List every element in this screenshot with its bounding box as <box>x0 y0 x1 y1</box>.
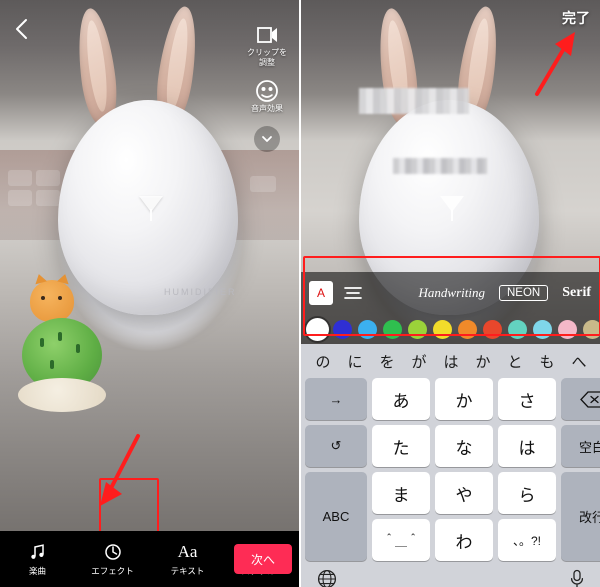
annotation-rect-text-panel <box>303 256 600 336</box>
cactus-base <box>18 378 106 412</box>
humidifier-brand-text: HUMIDIFIER <box>164 287 237 297</box>
cat-figurine <box>30 280 74 322</box>
voice-effect-icon <box>254 78 280 104</box>
voice-effect-label: 音声効果 <box>251 104 283 113</box>
bottom-toolbar: 楽曲 エフェクト Aa テキスト 次へ <box>0 531 299 587</box>
globe-icon <box>317 569 337 587</box>
decor-key <box>250 176 276 192</box>
key-kaomoji[interactable]: ＾＿＾ <box>372 519 430 561</box>
blurred-text-overlay-2 <box>393 158 487 174</box>
key-ka[interactable]: か <box>435 378 493 420</box>
key-punctuation[interactable]: 、。?! <box>498 519 556 561</box>
decor-key <box>36 190 60 206</box>
prediction-2[interactable]: を <box>379 351 394 372</box>
chevron-down-icon <box>262 136 272 142</box>
prediction-7[interactable]: も <box>539 351 554 372</box>
clip-adjust-button[interactable]: クリップを 調整 <box>247 22 287 68</box>
key-undo[interactable]: ↺ <box>305 425 367 467</box>
keyboard-bottom-row <box>301 561 600 587</box>
key-abc[interactable]: ABC <box>305 472 367 561</box>
back-button[interactable] <box>10 16 36 42</box>
clip-adjust-label-line2: 調整 <box>259 58 275 67</box>
prediction-1[interactable]: に <box>347 351 362 372</box>
effects-icon <box>104 542 122 562</box>
key-ma[interactable]: ま <box>372 472 430 514</box>
prediction-4[interactable]: は <box>443 351 458 372</box>
humidifier-logo-stem <box>451 209 453 221</box>
humidifier-logo-stem <box>150 209 152 221</box>
key-sa[interactable]: さ <box>498 378 556 420</box>
bottom-item-text-label: テキスト <box>170 565 205 576</box>
clip-adjust-label-line1: クリップを <box>247 48 287 57</box>
key-ya[interactable]: や <box>435 472 493 514</box>
japanese-keyboard: の に を が は か と も へ → あ か さ ↺ た な は 空 ABC … <box>301 344 600 587</box>
prediction-6[interactable]: と <box>507 351 522 372</box>
key-space[interactable]: 空白 <box>561 425 600 467</box>
key-backspace[interactable] <box>561 378 600 420</box>
screenshot-root: HUMIDIFIER クリップを 調整 音声効果 楽曲 エフェクト Aa テキス… <box>0 0 600 587</box>
right-tool-stack: クリップを 調整 音声効果 <box>243 22 291 152</box>
prediction-0[interactable]: の <box>315 351 330 372</box>
decor-key <box>8 190 32 206</box>
blurred-text-overlay-1 <box>359 88 469 114</box>
text-icon: Aa <box>177 541 198 561</box>
left-pane-editor: HUMIDIFIER クリップを 調整 音声効果 楽曲 エフェクト Aa テキス… <box>0 0 299 587</box>
music-note-icon <box>29 542 47 562</box>
key-grid: → あ か さ ↺ た な は 空白 ABC ま や ら <box>301 378 600 561</box>
bottom-item-text[interactable]: Aa テキスト <box>150 542 225 577</box>
bottom-item-music[interactable]: 楽曲 <box>0 542 75 577</box>
bottom-item-effects[interactable]: エフェクト <box>75 542 150 577</box>
annotation-arrow-right <box>535 32 575 96</box>
key-enter[interactable]: 改行 <box>561 472 600 561</box>
clip-adjust-icon <box>254 22 280 48</box>
done-button[interactable]: 完了 <box>562 8 590 28</box>
globe-button[interactable] <box>317 569 337 587</box>
bottom-item-effects-label: エフェクト <box>91 565 134 576</box>
key-ha[interactable]: は <box>498 425 556 467</box>
prediction-8[interactable]: へ <box>571 351 586 372</box>
decor-key <box>36 170 60 186</box>
prediction-3[interactable]: が <box>411 351 426 372</box>
collapse-tools-button[interactable] <box>254 126 280 152</box>
key-na[interactable]: な <box>435 425 493 467</box>
backspace-icon <box>580 390 600 408</box>
voice-effect-button[interactable]: 音声効果 <box>251 78 283 114</box>
key-ra[interactable]: ら <box>498 472 556 514</box>
key-a[interactable]: あ <box>372 378 430 420</box>
prediction-5[interactable]: か <box>475 351 490 372</box>
cat-eye-right <box>58 296 62 300</box>
microphone-button[interactable] <box>569 569 585 587</box>
next-button[interactable]: 次へ <box>234 544 292 574</box>
key-wa[interactable]: わ <box>435 519 493 561</box>
right-pane-text-editor: 完了 A Handwriting NEON Serif の に を が は か … <box>299 0 600 587</box>
prediction-bar: の に を が は か と も へ <box>301 344 600 378</box>
key-ta[interactable]: た <box>372 425 430 467</box>
cat-eye-left <box>41 296 45 300</box>
microphone-icon <box>570 569 584 587</box>
key-arrow-right[interactable]: → <box>305 378 367 420</box>
bottom-item-music-label: 楽曲 <box>28 565 46 576</box>
decor-key <box>8 170 32 186</box>
